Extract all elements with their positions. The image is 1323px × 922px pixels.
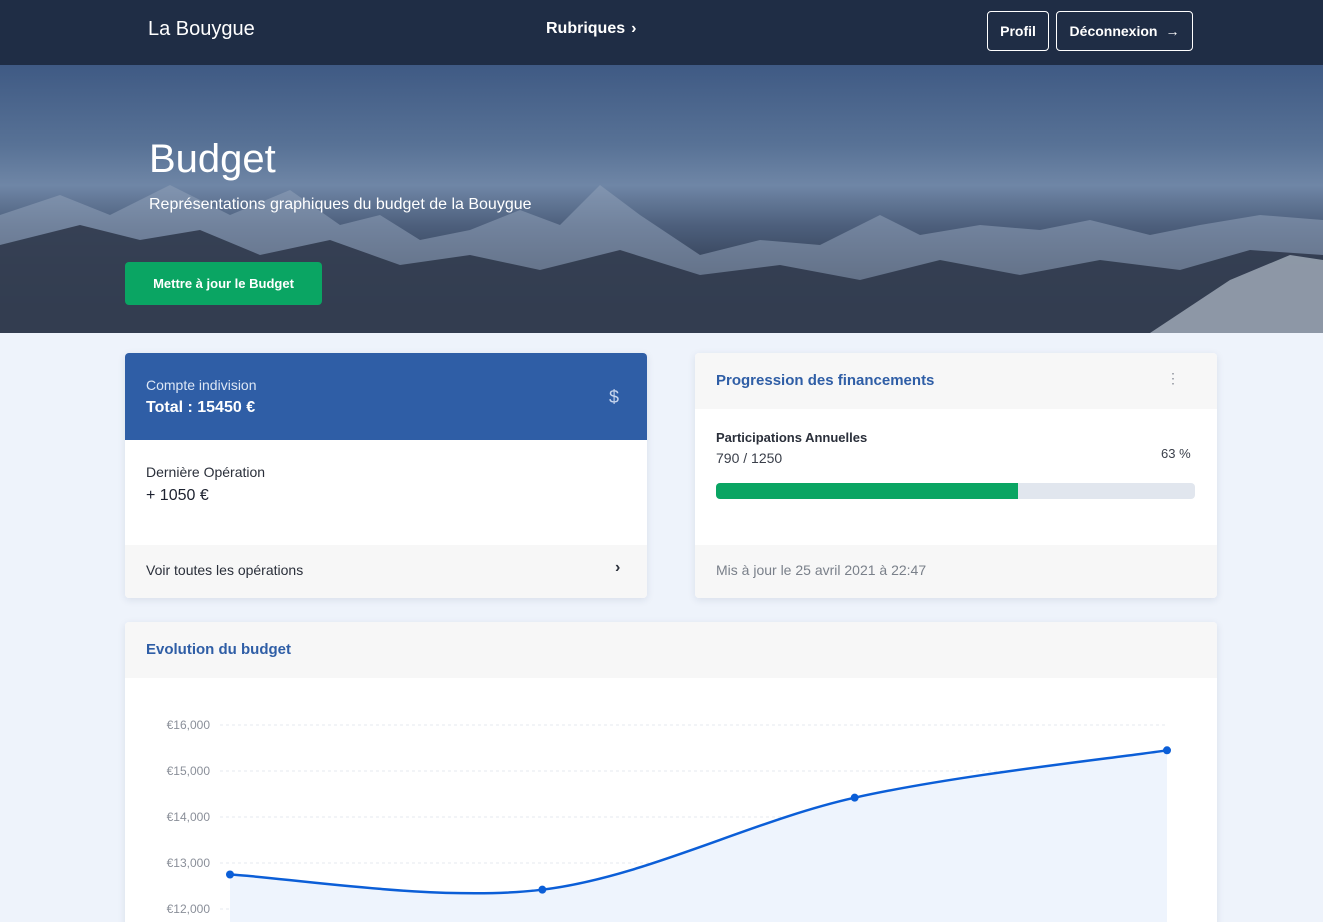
chevron-right-icon: › (615, 559, 621, 576)
y-tick-label: €16,000 (167, 718, 211, 732)
profile-label: Profil (1000, 23, 1036, 39)
last-operation-label: Dernière Opération (146, 464, 266, 480)
view-all-operations-link[interactable]: Voir toutes les opérations › (125, 545, 647, 598)
funding-progress-title: Progression des financements (716, 372, 935, 389)
brand-logo[interactable]: La Bouygue (148, 18, 255, 41)
update-budget-button[interactable]: Mettre à jour le Budget (125, 262, 322, 305)
y-tick-label: €15,000 (167, 764, 211, 778)
more-vertical-icon[interactable]: ⋮ (1166, 371, 1180, 385)
account-total: Total : 15450 € (146, 399, 256, 416)
funding-progress-header: Progression des financements ⋮ (695, 353, 1217, 409)
chart-title: Evolution du budget (146, 641, 291, 658)
data-point[interactable] (850, 793, 859, 802)
data-point[interactable] (226, 870, 234, 879)
account-label: Compte indivision (146, 377, 257, 393)
rubriques-menu[interactable]: Rubriques › (546, 20, 636, 38)
logout-button[interactable]: Déconnexion → (1056, 11, 1193, 51)
view-all-operations-label: Voir toutes les opérations (146, 562, 304, 578)
last-updated-text: Mis à jour le 25 avril 2021 à 22:47 (716, 562, 927, 578)
rubriques-label: Rubriques (546, 20, 626, 37)
funding-progress-card: Progression des financements ⋮ Participa… (695, 353, 1217, 598)
page-title: Budget (149, 137, 276, 181)
y-tick-label: €14,000 (167, 810, 211, 824)
data-point[interactable] (1163, 746, 1171, 755)
account-card-header: Compte indivision Total : 15450 € $ (125, 353, 647, 440)
budget-evolution-header: Evolution du budget (125, 622, 1217, 678)
logout-label: Déconnexion (1069, 23, 1158, 39)
series-area (230, 750, 1167, 922)
annual-participations-percent: 63 % (1161, 446, 1191, 461)
arrow-right-icon: → (1165, 23, 1180, 39)
hero-banner: Budget Représentations graphiques du bud… (0, 65, 1323, 333)
annual-participations-label: Participations Annuelles (716, 430, 868, 445)
dollar-icon: $ (609, 387, 620, 407)
budget-line-chart: €16,000 €15,000 €14,000 €13,000 €12,000 (167, 718, 1171, 922)
profile-button[interactable]: Profil (987, 11, 1049, 51)
progress-bar-fill (716, 483, 1018, 499)
navbar: La Bouygue Rubriques › Profil Déconnexio… (0, 0, 1323, 65)
account-card: Compte indivision Total : 15450 € $ Dern… (125, 353, 647, 598)
y-tick-label: €12,000 (167, 902, 211, 916)
progress-bar (716, 483, 1195, 499)
chevron-right-icon: › (631, 20, 637, 37)
data-point[interactable] (538, 885, 547, 894)
last-operation-value: + 1050 € (146, 487, 209, 504)
funding-progress-footer: Mis à jour le 25 avril 2021 à 22:47 (695, 545, 1217, 598)
y-tick-label: €13,000 (167, 856, 211, 870)
budget-evolution-card: Evolution du budget €16,000 €15,000 €14,00… (125, 622, 1217, 922)
annual-participations-value: 790 / 1250 (716, 450, 783, 466)
page-subtitle: Représentations graphiques du budget de … (149, 196, 532, 213)
